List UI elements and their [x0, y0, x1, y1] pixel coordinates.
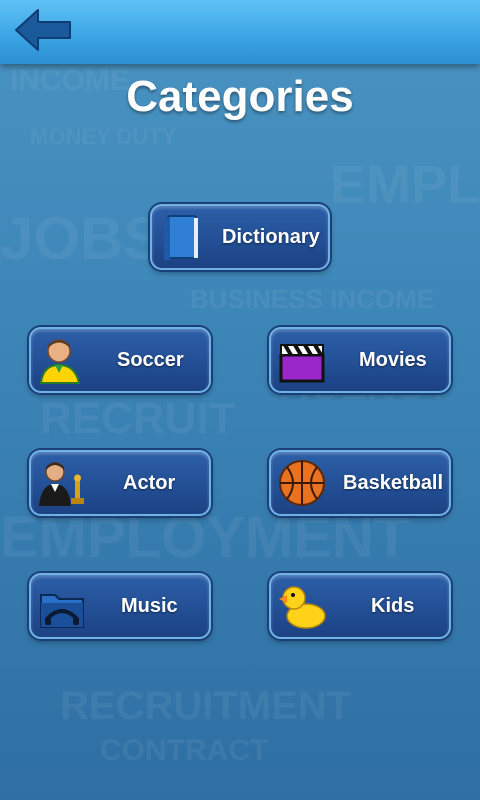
book-icon — [164, 215, 198, 260]
page-title: Categories — [126, 72, 354, 121]
music-button[interactable]: Music — [29, 573, 211, 639]
movies-button[interactable]: Movies — [269, 327, 451, 393]
left-arrow-icon — [15, 9, 71, 51]
basketball-label: Basketball — [343, 472, 444, 494]
basketball-icon — [279, 460, 325, 506]
kids-label: Kids — [371, 595, 415, 617]
actor-label: Actor — [123, 472, 176, 494]
back-button[interactable] — [12, 6, 76, 54]
soccer-label: Soccer — [117, 349, 184, 371]
dictionary-label: Dictionary — [222, 226, 320, 248]
music-folder-icon — [40, 594, 84, 628]
soccer-button[interactable]: Soccer — [29, 327, 211, 393]
top-app-bar — [0, 0, 480, 64]
movies-label: Movies — [359, 349, 427, 371]
clapperboard-icon — [279, 343, 325, 383]
kids-button[interactable]: Kids — [269, 573, 451, 639]
music-label: Music — [121, 595, 178, 617]
basketball-button[interactable]: Basketball — [269, 450, 451, 516]
rubber-duck-icon — [279, 586, 326, 629]
background-word-cloud: INCOME EMPLO JOBS MONEY DUTY BUSINESS IN… — [0, 64, 480, 767]
actor-oscar-icon — [39, 462, 84, 506]
dictionary-button[interactable]: Dictionary — [150, 204, 330, 270]
actor-button[interactable]: Actor — [29, 450, 211, 516]
soccer-player-icon — [39, 339, 81, 384]
